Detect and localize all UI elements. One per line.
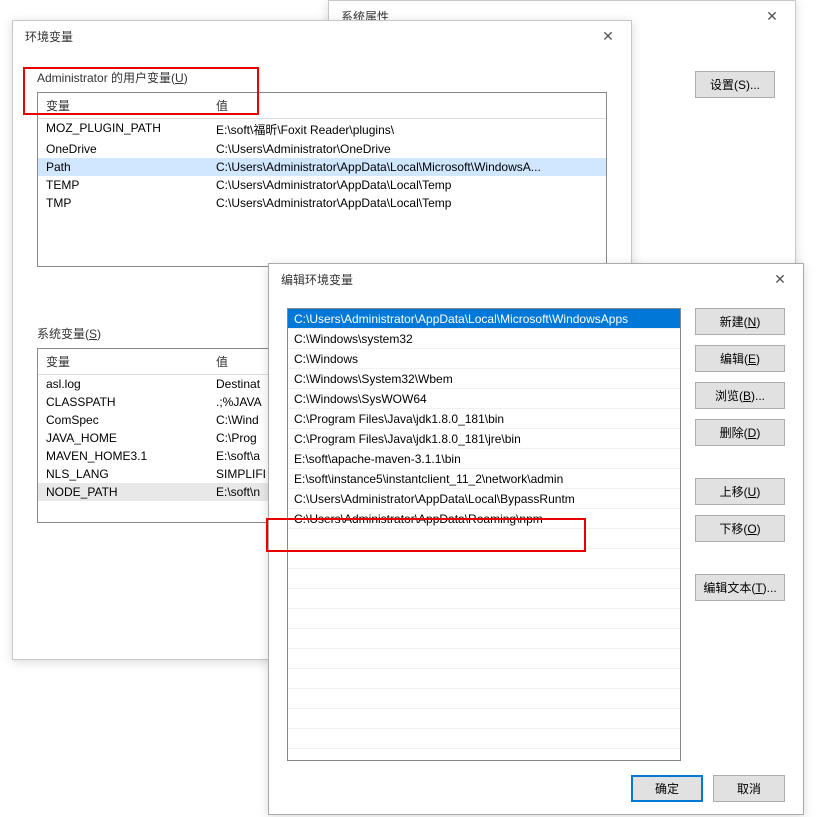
- list-item-empty[interactable]: [288, 729, 680, 749]
- listbox-header: 变量 值: [38, 93, 606, 119]
- list-item[interactable]: C:\Windows\system32: [288, 329, 680, 349]
- col-value: 值: [208, 93, 606, 118]
- settings-button[interactable]: 设置(S)...: [695, 71, 775, 98]
- list-item[interactable]: C:\Users\Administrator\AppData\Local\Byp…: [288, 489, 680, 509]
- list-item-empty[interactable]: [288, 529, 680, 549]
- list-item[interactable]: E:\soft\apache-maven-3.1.1\bin: [288, 449, 680, 469]
- list-item[interactable]: C:\Windows\SysWOW64: [288, 389, 680, 409]
- list-item[interactable]: C:\Users\Administrator\AppData\Roaming\n…: [288, 509, 680, 529]
- list-item[interactable]: C:\Program Files\Java\jdk1.8.0_181\jre\b…: [288, 429, 680, 449]
- ok-button[interactable]: 确定: [631, 775, 703, 802]
- table-row[interactable]: MOZ_PLUGIN_PATHE:\soft\福昕\Foxit Reader\p…: [38, 119, 606, 140]
- list-item[interactable]: C:\Program Files\Java\jdk1.8.0_181\bin: [288, 409, 680, 429]
- table-row[interactable]: TMPC:\Users\Administrator\AppData\Local\…: [38, 194, 606, 212]
- close-icon[interactable]: ✕: [757, 8, 787, 25]
- cancel-button[interactable]: 取消: [713, 775, 785, 802]
- col-variable: 变量: [38, 93, 208, 118]
- var-value: C:\Users\Administrator\OneDrive: [208, 140, 606, 158]
- edit-button[interactable]: 编辑(E): [695, 345, 785, 372]
- move-down-button[interactable]: 下移(O): [695, 515, 785, 542]
- var-value: E:\soft\福昕\Foxit Reader\plugins\: [208, 119, 606, 140]
- delete-button[interactable]: 删除(D): [695, 419, 785, 446]
- list-item-empty[interactable]: [288, 589, 680, 609]
- user-vars-group-title: Administrator 的用户变量(U): [37, 69, 607, 86]
- list-item[interactable]: E:\soft\instance5\instantclient_11_2\net…: [288, 469, 680, 489]
- user-vars-listbox[interactable]: 变量 值 MOZ_PLUGIN_PATHE:\soft\福昕\Foxit Rea…: [37, 92, 607, 267]
- var-name: CLASSPATH: [38, 393, 208, 411]
- table-row[interactable]: OneDriveC:\Users\Administrator\OneDrive: [38, 140, 606, 158]
- edit-text-button[interactable]: 编辑文本(T)...: [695, 574, 785, 601]
- var-value: C:\Users\Administrator\AppData\Local\Mic…: [208, 158, 606, 176]
- var-name: OneDrive: [38, 140, 208, 158]
- var-name: MAVEN_HOME3.1: [38, 447, 208, 465]
- var-name: NODE_PATH: [38, 483, 208, 501]
- browse-button[interactable]: 浏览(B)...: [695, 382, 785, 409]
- titlebar-edit: 编辑环境变量 ✕: [269, 264, 803, 294]
- var-name: MOZ_PLUGIN_PATH: [38, 119, 208, 140]
- list-item-empty[interactable]: [288, 649, 680, 669]
- new-button[interactable]: 新建(N): [695, 308, 785, 335]
- list-item-empty[interactable]: [288, 549, 680, 569]
- var-name: TEMP: [38, 176, 208, 194]
- edit-buttons-column: 新建(N) 编辑(E) 浏览(B)... 删除(D) 上移(U) 下移(O) 编…: [695, 308, 785, 761]
- list-item[interactable]: C:\Windows: [288, 349, 680, 369]
- var-name: NLS_LANG: [38, 465, 208, 483]
- var-name: asl.log: [38, 375, 208, 393]
- close-icon[interactable]: ✕: [593, 28, 623, 45]
- list-item[interactable]: C:\Users\Administrator\AppData\Local\Mic…: [288, 309, 680, 329]
- list-item-empty[interactable]: [288, 609, 680, 629]
- list-item-empty[interactable]: [288, 629, 680, 649]
- move-up-button[interactable]: 上移(U): [695, 478, 785, 505]
- var-value: C:\Users\Administrator\AppData\Local\Tem…: [208, 194, 606, 212]
- title-env: 环境变量: [25, 28, 73, 45]
- path-list[interactable]: C:\Users\Administrator\AppData\Local\Mic…: [287, 308, 681, 761]
- var-name: JAVA_HOME: [38, 429, 208, 447]
- title-edit: 编辑环境变量: [281, 271, 353, 288]
- edit-env-var-window: 编辑环境变量 ✕ C:\Users\Administrator\AppData\…: [268, 263, 804, 815]
- list-item-empty[interactable]: [288, 709, 680, 729]
- list-item-empty[interactable]: [288, 569, 680, 589]
- var-value: C:\Users\Administrator\AppData\Local\Tem…: [208, 176, 606, 194]
- list-item-empty[interactable]: [288, 669, 680, 689]
- table-row[interactable]: TEMPC:\Users\Administrator\AppData\Local…: [38, 176, 606, 194]
- list-item[interactable]: C:\Windows\System32\Wbem: [288, 369, 680, 389]
- var-name: Path: [38, 158, 208, 176]
- titlebar-env: 环境变量 ✕: [13, 21, 631, 51]
- close-icon[interactable]: ✕: [765, 271, 795, 288]
- var-name: ComSpec: [38, 411, 208, 429]
- list-item-empty[interactable]: [288, 689, 680, 709]
- var-name: TMP: [38, 194, 208, 212]
- table-row[interactable]: PathC:\Users\Administrator\AppData\Local…: [38, 158, 606, 176]
- edit-footer: 确定 取消: [287, 761, 785, 802]
- col-variable: 变量: [38, 349, 208, 374]
